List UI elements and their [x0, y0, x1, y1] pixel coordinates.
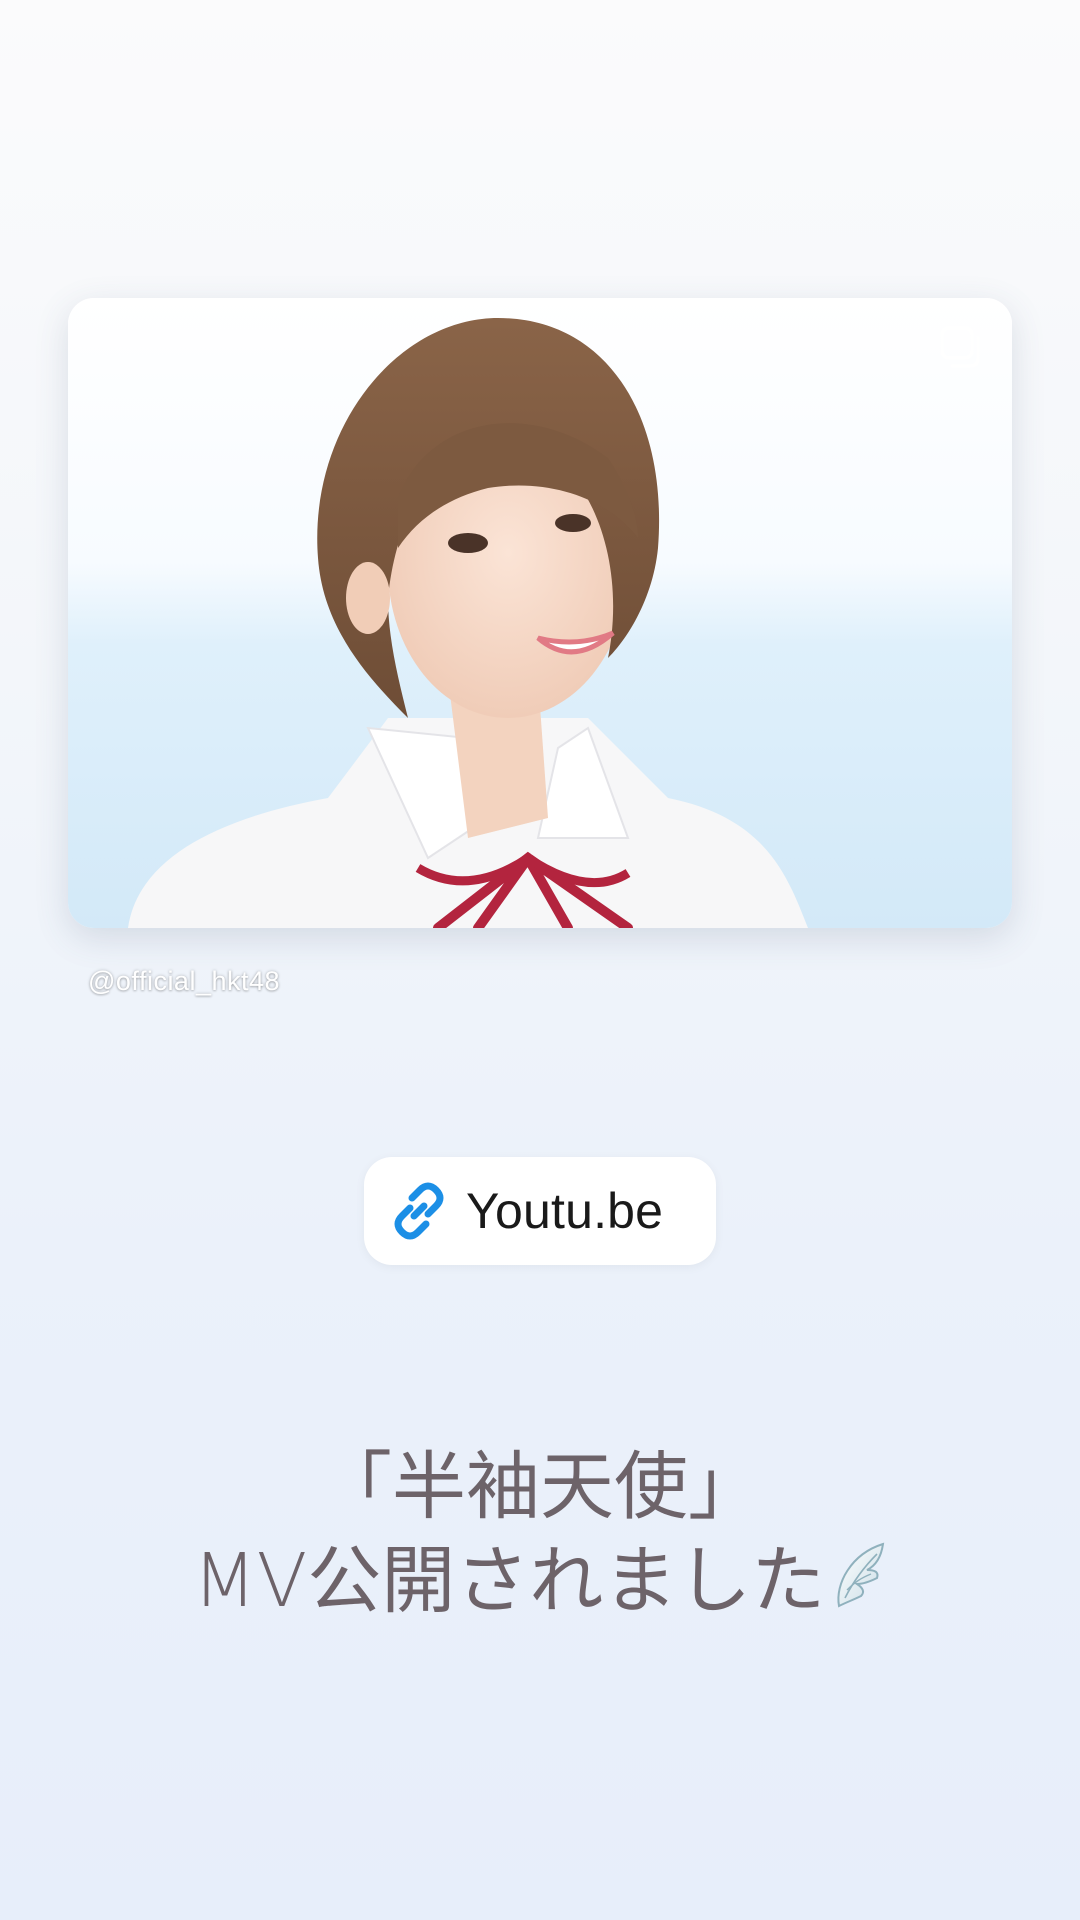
link-label: Youtu.be: [466, 1183, 664, 1239]
post-photo: [68, 298, 1012, 928]
caption-line-2: MV公開されました: [0, 1540, 1080, 1618]
multiple-photos-icon: [940, 326, 980, 368]
wing-icon: [837, 1542, 885, 1608]
link-sticker[interactable]: Youtu.be: [364, 1157, 716, 1265]
caption-line-1: 「半袖天使」: [318, 1444, 762, 1530]
shared-post-card[interactable]: [68, 298, 1012, 928]
link-icon: [394, 1182, 444, 1240]
caption-line-2-text: MV公開されました: [192, 1538, 826, 1624]
post-username[interactable]: @official_hkt48: [88, 966, 280, 997]
